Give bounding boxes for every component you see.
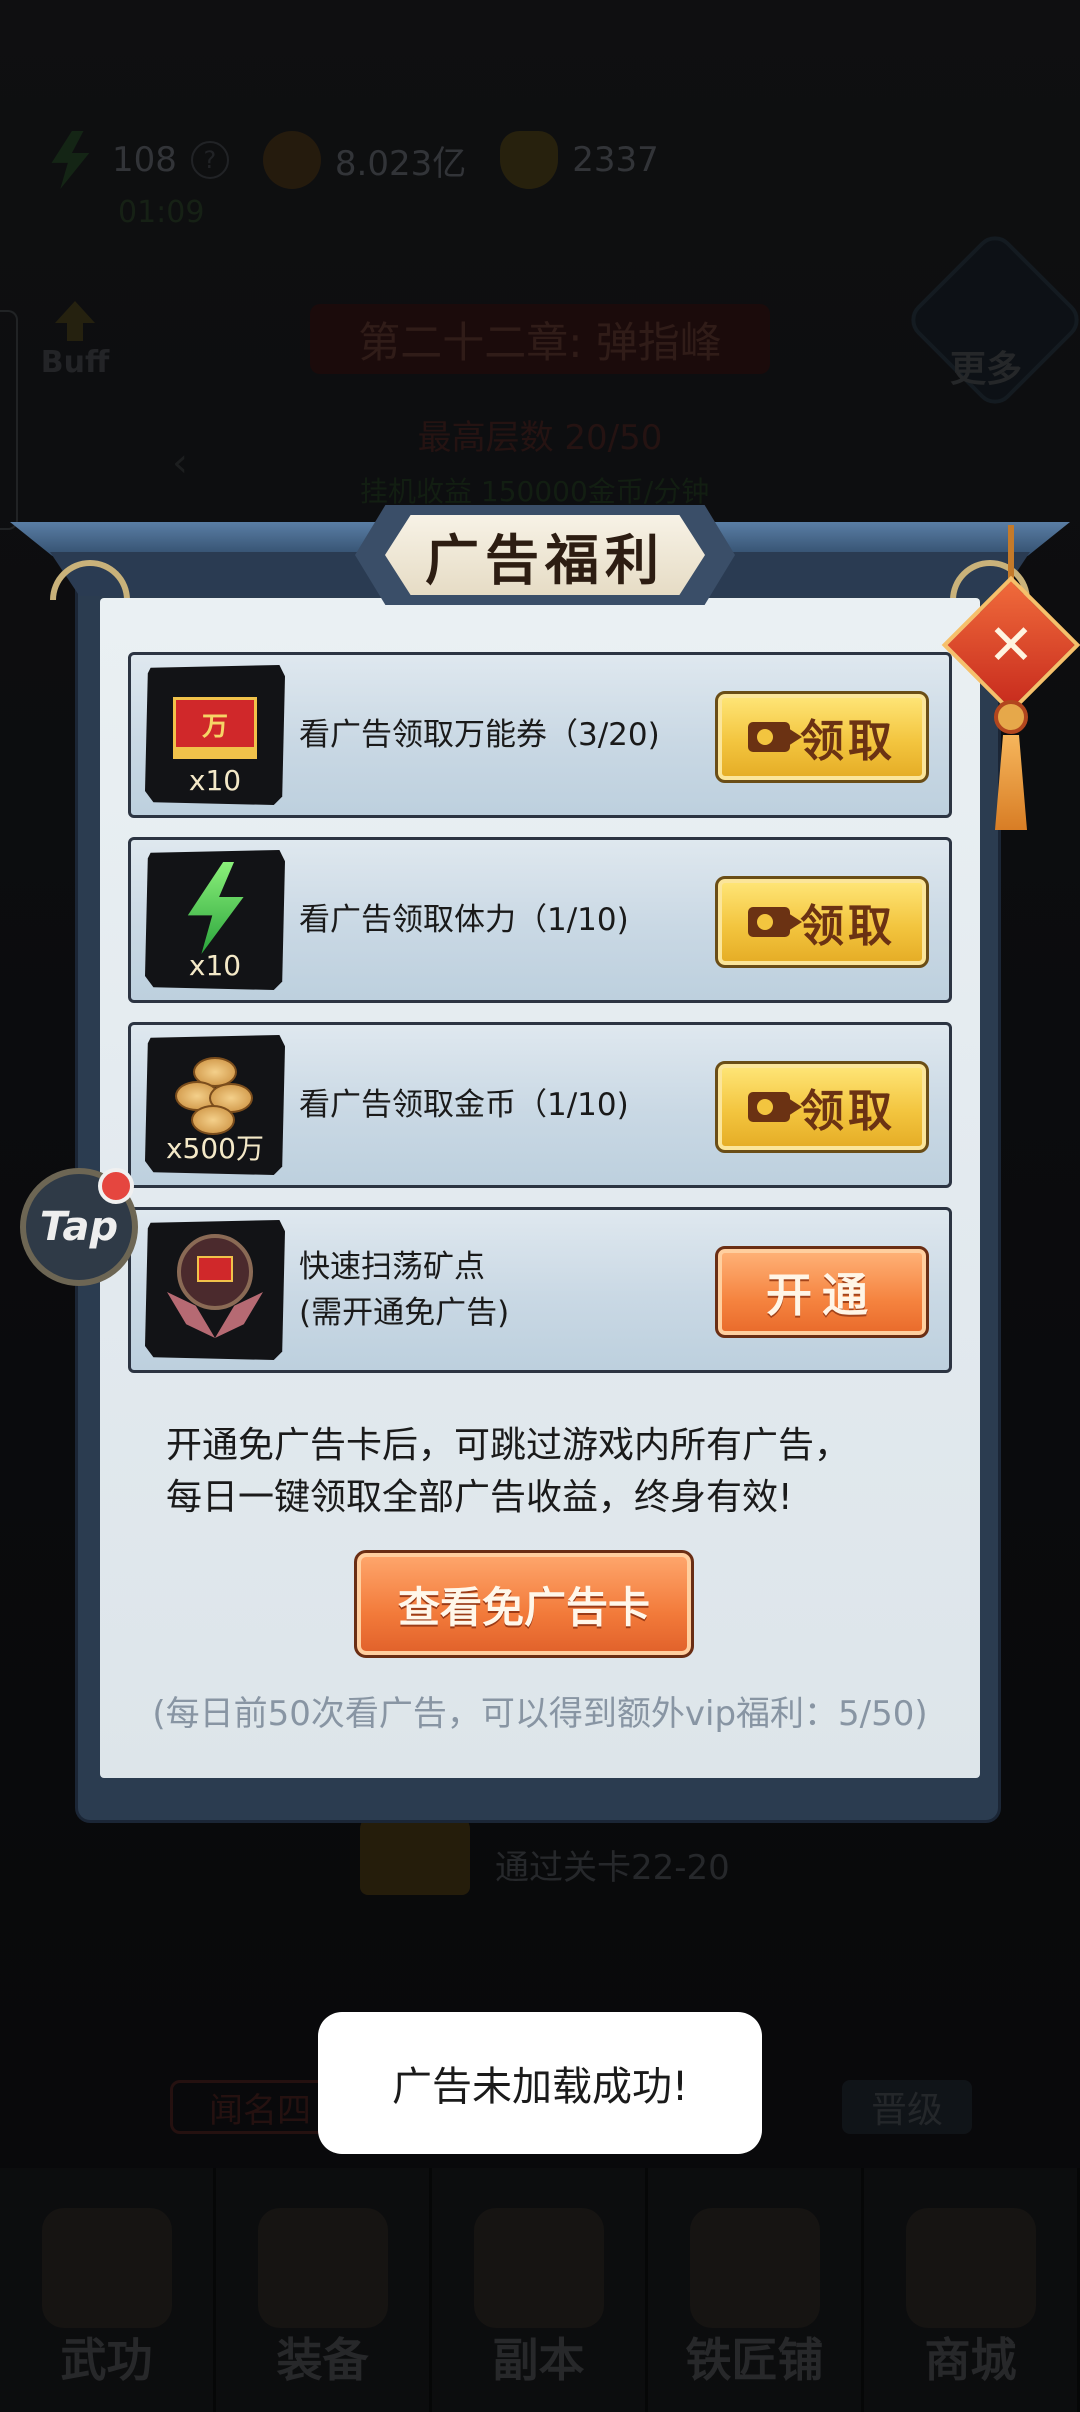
emblem [167, 1230, 263, 1340]
claim-gold-button[interactable]: 领取 [715, 1061, 929, 1153]
tassel-knot-icon [994, 700, 1028, 734]
reward-text: 看广告领取体力（1/10) [299, 902, 629, 938]
close-icon[interactable]: ✕ [962, 596, 1060, 694]
video-camera-icon [748, 907, 802, 937]
stamina-bolt-icon: x10 [145, 850, 285, 990]
description-line-1: 开通免广告卡后，可跳过游戏内所有广告， [166, 1425, 851, 1466]
activate-label: 开通 [766, 1268, 878, 1322]
plaque-face: 广告福利 [385, 515, 705, 595]
ad-free-description: 开通免广告卡后，可跳过游戏内所有广告， 每日一键领取全部广告收益，终身有效! [166, 1420, 926, 1524]
universal-voucher-icon: 万 x10 [145, 665, 285, 805]
activate-button[interactable]: 开通 [715, 1246, 929, 1338]
reward-row-stamina: x10 看广告领取体力（1/10) 领取 [128, 837, 952, 1003]
claim-voucher-button[interactable]: 领取 [715, 691, 929, 783]
gold-coins-icon: x500万 [145, 1035, 285, 1175]
reward-text: 看广告领取万能券（3/20) [299, 717, 660, 753]
reward-list: 万 x10 看广告领取万能券（3/20) 领取 x10 看广告领取体力（1/10… [128, 652, 952, 1392]
view-card-label: 查看免广告卡 [397, 1582, 650, 1632]
dialog-title-plaque: 广告福利 [355, 505, 735, 605]
reward-text: 快速扫荡矿点 (需开通免广告) [299, 1210, 509, 1370]
claim-label: 领取 [800, 716, 896, 767]
notification-dot [98, 1168, 134, 1204]
claim-label: 领取 [800, 901, 896, 952]
video-camera-icon [748, 722, 802, 752]
claim-stamina-button[interactable]: 领取 [715, 876, 929, 968]
toast-message: 广告未加载成功! [318, 2012, 762, 2154]
description-line-2: 每日一键领取全部广告收益，终身有效! [166, 1477, 793, 1518]
lightning-bolt-icon [187, 862, 244, 954]
vip-bonus-note: (每日前50次看广告，可以得到额外vip福利：5/50) [152, 1694, 928, 1734]
emblem-flag [197, 1256, 233, 1282]
claim-label: 领取 [800, 1086, 896, 1137]
voucher-card: 万 [173, 697, 257, 759]
mine-emblem-icon [145, 1220, 285, 1360]
coin-stack [175, 1057, 255, 1137]
reward-row-voucher: 万 x10 看广告领取万能券（3/20) 领取 [128, 652, 952, 818]
reward-qty: x500万 [165, 1132, 264, 1165]
reward-qty: x10 [188, 764, 242, 797]
reward-text: 看广告领取金币（1/10) [299, 1087, 629, 1123]
reward-row-quick-sweep: 快速扫荡矿点 (需开通免广告) 开通 [128, 1207, 952, 1373]
reward-text-line2: (需开通免广告) [299, 1295, 510, 1331]
reward-row-gold: x500万 看广告领取金币（1/10) 领取 [128, 1022, 952, 1188]
view-ad-free-card-button[interactable]: 查看免广告卡 [354, 1550, 694, 1658]
voucher-mark: 万 [201, 712, 228, 742]
reward-text-line1: 快速扫荡矿点 [299, 1249, 485, 1285]
video-camera-icon [748, 1092, 802, 1122]
reward-qty: x10 [188, 949, 242, 982]
dialog-title: 广告福利 [425, 527, 665, 592]
